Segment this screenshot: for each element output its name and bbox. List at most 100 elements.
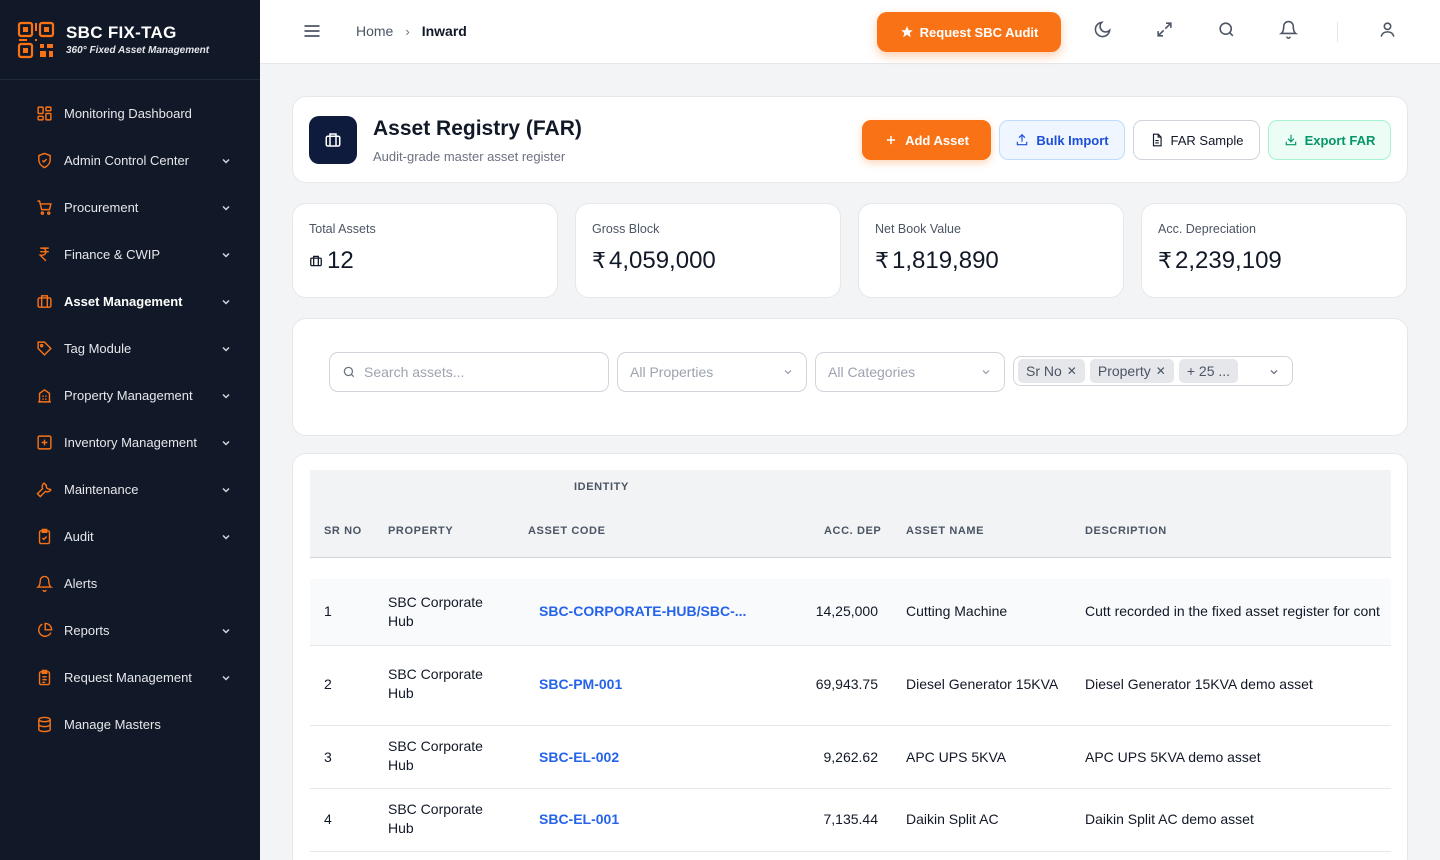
cell-sr-no: 3 (324, 749, 332, 765)
close-icon[interactable]: ✕ (1067, 364, 1077, 378)
breadcrumb-separator: › (405, 23, 410, 39)
cell-asset-code-link[interactable]: SBC-PM-001 (539, 676, 622, 692)
cell-asset-code-link[interactable]: SBC-CORPORATE-HUB/SBC-... (539, 603, 746, 619)
property-select[interactable]: All Properties (617, 352, 807, 392)
bell-icon (35, 575, 53, 593)
filter-card: Search assets... All Properties All Cate… (292, 318, 1408, 436)
table-row[interactable]: 3 SBC Corporate Hub SBC-EL-002 9,262.62 … (310, 726, 1391, 789)
cell-description: APC UPS 5KVA demo asset (1085, 749, 1261, 765)
search-input[interactable]: Search assets... (329, 352, 609, 392)
bulk-import-button[interactable]: Bulk Import (999, 120, 1125, 160)
rupee-symbol: ₹ (1158, 248, 1172, 273)
sidebar-item-request-management[interactable]: Request Management (0, 654, 260, 701)
chevron-down-icon (222, 393, 230, 399)
group-header-identity: IDENTITY (574, 481, 629, 493)
column-header-asset-name[interactable]: ASSET NAME (906, 525, 984, 537)
topbar: Home › Inward Request SBC Audit (260, 0, 1440, 64)
user-icon[interactable] (1376, 18, 1398, 40)
chevron-down-icon (222, 205, 230, 211)
bell-icon[interactable] (1277, 18, 1299, 40)
request-audit-button[interactable]: Request SBC Audit (877, 12, 1061, 52)
chip-label: Property (1097, 363, 1151, 379)
column-header-asset-code[interactable]: ASSET CODE (528, 525, 606, 537)
page-subtitle: Audit-grade master asset register (373, 149, 566, 164)
sidebar-item-label: Manage Masters (64, 717, 161, 732)
cell-sr-no: 4 (324, 811, 332, 827)
sidebar-item-monitoring-dashboard[interactable]: Monitoring Dashboard (0, 90, 260, 137)
brand[interactable]: SBC FIX-TAG 360° Fixed Asset Management (0, 0, 260, 80)
sidebar-item-asset-management[interactable]: Asset Management (0, 278, 260, 325)
briefcase-icon (309, 116, 357, 164)
column-chip-more[interactable]: + 25 ... (1178, 359, 1239, 383)
sidebar-item-procurement[interactable]: Procurement (0, 184, 260, 231)
sidebar-item-label: Monitoring Dashboard (64, 106, 192, 121)
hamburger-menu-icon[interactable] (302, 21, 322, 41)
file-icon (1152, 133, 1162, 147)
breadcrumb-home[interactable]: Home (356, 23, 393, 39)
chevron-down-icon (1270, 370, 1278, 375)
sidebar-item-property-management[interactable]: Property Management (0, 372, 260, 419)
sidebar-item-alerts[interactable]: Alerts (0, 560, 260, 607)
sidebar-item-maintenance[interactable]: Maintenance (0, 466, 260, 513)
chevron-down-icon (784, 370, 792, 375)
column-header-sr-no[interactable]: SR NO (324, 525, 362, 537)
category-select[interactable]: All Categories (815, 352, 1005, 392)
table-row[interactable]: 4 SBC Corporate Hub SBC-EL-001 7,135.44 … (310, 789, 1391, 852)
search-placeholder: Search assets... (364, 364, 465, 380)
sidebar-item-admin-control-center[interactable]: Admin Control Center (0, 137, 260, 184)
sidebar-item-audit[interactable]: Audit (0, 513, 260, 560)
stat-card-gross-block: Gross Block ₹ 4,059,000 (575, 203, 841, 298)
sidebar-item-label: Request Management (64, 670, 192, 685)
sidebar: SBC FIX-TAG 360° Fixed Asset Management … (0, 0, 260, 860)
dashboard-icon (35, 105, 53, 123)
column-chip-property[interactable]: Property ✕ (1089, 359, 1174, 383)
column-multiselect[interactable]: Sr No ✕ Property ✕ + 25 ... (1013, 356, 1293, 386)
stat-card-acc-depreciation: Acc. Depreciation ₹ 2,239,109 (1141, 203, 1407, 298)
expand-icon[interactable] (1153, 18, 1175, 40)
sidebar-item-finance-cwip[interactable]: Finance & CWIP (0, 231, 260, 278)
stat-number: 1,819,890 (892, 247, 999, 274)
cell-acc-dep: 14,25,000 (815, 603, 878, 619)
stat-card-net-book-value: Net Book Value ₹ 1,819,890 (858, 203, 1124, 298)
stat-card-total-assets: Total Assets 12 (292, 203, 558, 298)
cell-description: Diesel Generator 15KVA demo asset (1085, 676, 1313, 692)
sidebar-item-label: Admin Control Center (64, 153, 189, 168)
sidebar-item-label: Finance & CWIP (64, 247, 161, 262)
chevron-down-icon (982, 370, 990, 375)
export-far-button[interactable]: Export FAR (1268, 120, 1391, 160)
sidebar-item-reports[interactable]: Reports (0, 607, 260, 654)
sidebar-item-manage-masters[interactable]: Manage Masters (0, 701, 260, 748)
add-asset-button[interactable]: Add Asset (862, 120, 991, 160)
export-far-label: Export FAR (1304, 132, 1376, 148)
rupee-symbol: ₹ (592, 248, 606, 273)
sidebar-item-label: Inventory Management (64, 435, 197, 450)
asset-table-card: IDENTITY SR NO PROPERTY ASSET CODE ACC. … (292, 453, 1408, 860)
cell-asset-code-link[interactable]: SBC-EL-002 (539, 749, 619, 765)
sidebar-item-label: Property Management (64, 388, 193, 403)
table-row[interactable]: 1 SBC Corporate Hub SBC-CORPORATE-HUB/SB… (310, 579, 1391, 646)
registry-header-card: Asset Registry (FAR) Audit-grade master … (292, 96, 1408, 183)
far-sample-label: FAR Sample (1170, 132, 1244, 148)
sidebar-item-tag-module[interactable]: Tag Module (0, 325, 260, 372)
cell-asset-code-link[interactable]: SBC-EL-001 (539, 811, 619, 827)
column-header-acc-dep[interactable]: ACC. DEP (824, 525, 881, 537)
close-icon[interactable]: ✕ (1156, 364, 1166, 378)
column-header-description[interactable]: DESCRIPTION (1085, 525, 1167, 537)
far-sample-button[interactable]: FAR Sample (1133, 120, 1260, 160)
pie-chart-icon (35, 622, 53, 640)
search-icon[interactable] (1215, 18, 1237, 40)
building-icon (35, 387, 53, 405)
sidebar-item-label: Reports (64, 623, 110, 638)
table-row[interactable]: 2 SBC Corporate Hub SBC-PM-001 69,943.75… (310, 646, 1391, 726)
table-group-header: IDENTITY (310, 470, 1391, 505)
column-header-property[interactable]: PROPERTY (388, 525, 453, 537)
moon-icon[interactable] (1091, 18, 1113, 40)
cell-description: Daikin Split AC demo asset (1085, 811, 1254, 827)
stat-number: 12 (327, 247, 354, 274)
column-chip-sr-no[interactable]: Sr No ✕ (1018, 359, 1085, 383)
sidebar-nav: Monitoring Dashboard Admin Control Cente… (0, 80, 260, 748)
cell-acc-dep: 9,262.62 (823, 749, 879, 765)
sidebar-item-inventory-management[interactable]: Inventory Management (0, 419, 260, 466)
cart-icon (35, 199, 53, 217)
brand-title: SBC FIX-TAG (66, 23, 177, 42)
